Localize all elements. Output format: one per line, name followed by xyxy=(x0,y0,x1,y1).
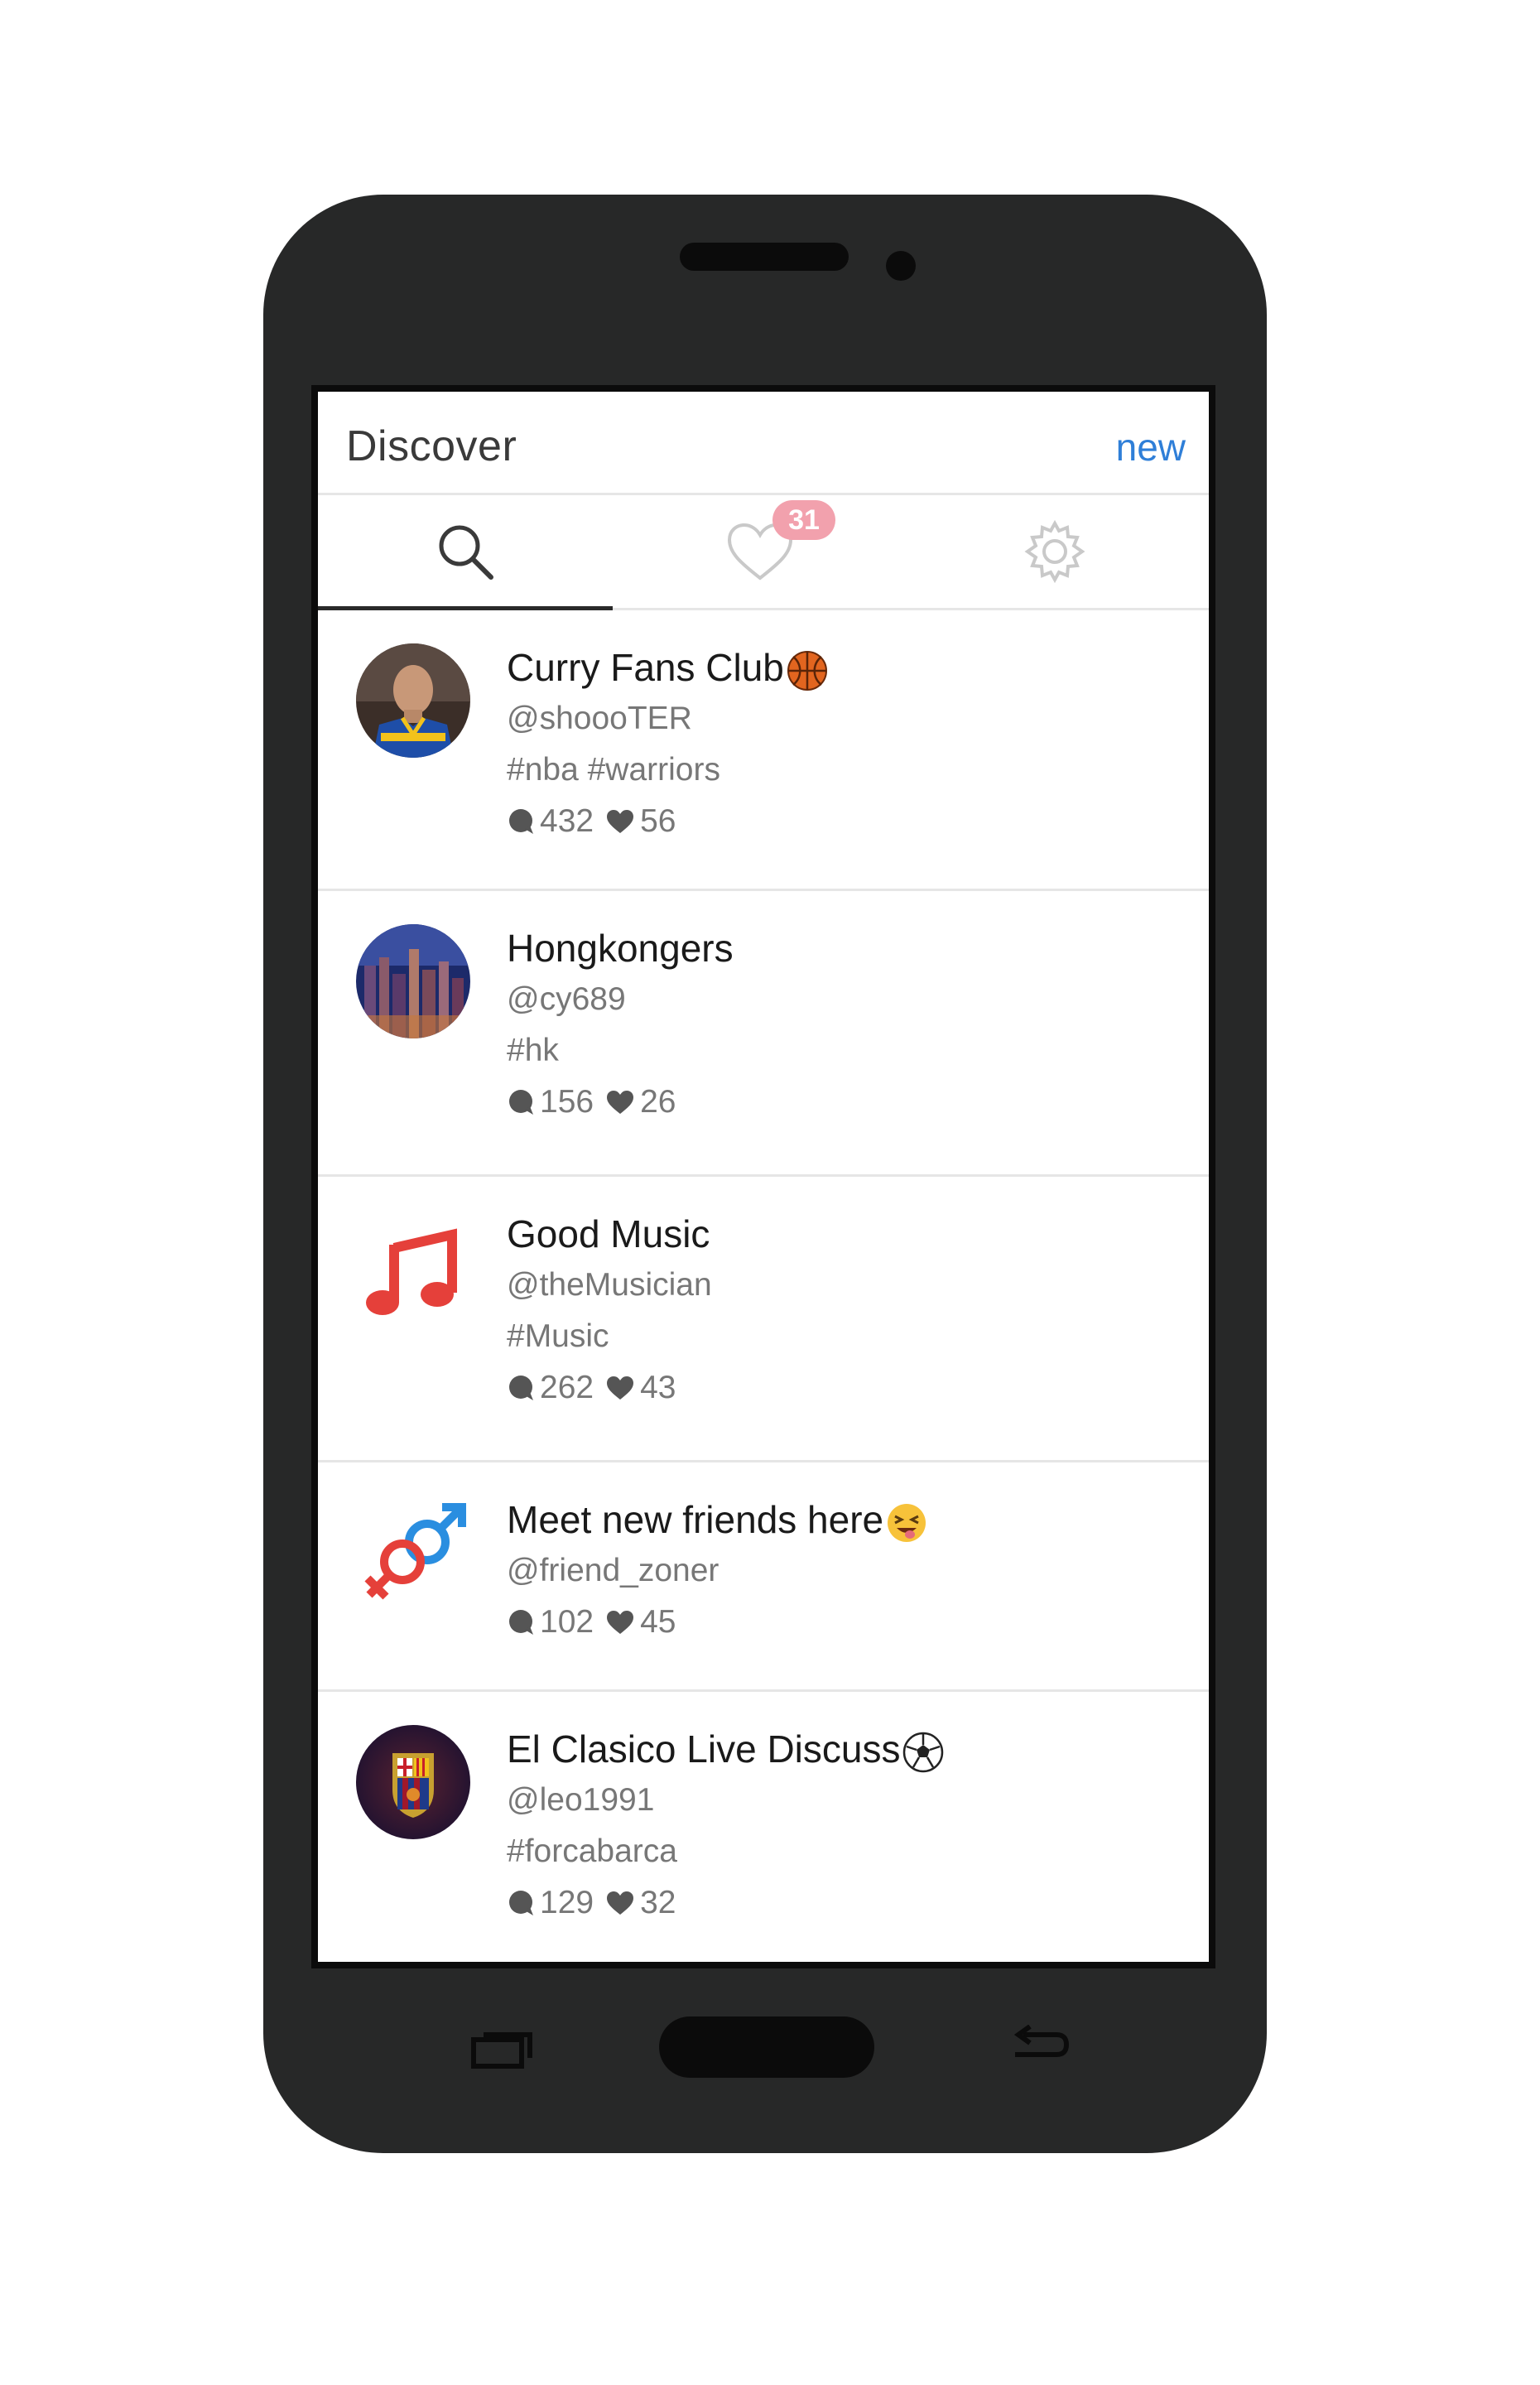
group-tags: #Music xyxy=(507,1318,609,1354)
list-item[interactable]: Curry Fans Club @shoooTER #nba #warriors… xyxy=(318,610,1209,891)
list-item-text: Hongkongers @cy689 #hk 156 26 xyxy=(507,923,734,1128)
like-count: 45 xyxy=(640,1604,676,1640)
like-count: 43 xyxy=(640,1370,676,1405)
recents-icon[interactable] xyxy=(470,2030,533,2069)
group-name: Curry Fans Club xyxy=(507,642,829,693)
list-item[interactable]: Good Music @theMusician #Music 262 43 xyxy=(318,1177,1209,1462)
comment-count: 129 xyxy=(540,1885,594,1920)
comment-icon xyxy=(509,1610,533,1635)
heart-icon xyxy=(607,1376,634,1400)
soccer-ball-icon xyxy=(903,1732,944,1773)
like-count: 56 xyxy=(640,803,676,839)
tab-settings[interactable] xyxy=(907,495,1202,608)
list-item[interactable]: El Clasico Live Discuss @leo1991 #forcab… xyxy=(318,1692,1209,1962)
comment-icon xyxy=(509,809,533,834)
tab-bar: 31 xyxy=(318,495,1209,610)
curry-avatar xyxy=(356,643,470,758)
group-name: Good Music xyxy=(507,1212,710,1255)
group-handle: @shoooTER xyxy=(507,701,692,736)
list-item-text: Meet new friends here @friend_zoner 102 … xyxy=(507,1494,928,1648)
group-name: El Clasico Live Discuss xyxy=(507,1723,945,1775)
tab-notifications[interactable]: 31 xyxy=(613,495,907,608)
group-handle: @theMusician xyxy=(507,1267,712,1303)
comment-icon xyxy=(509,1891,533,1915)
group-handle: @cy689 xyxy=(507,981,626,1017)
comment-icon xyxy=(509,1376,533,1400)
like-count: 32 xyxy=(640,1885,676,1920)
group-tags: #nba #warriors xyxy=(507,752,720,788)
notification-badge: 31 xyxy=(772,500,835,540)
list-item-text: Curry Fans Club @shoooTER #nba #warriors… xyxy=(507,642,829,847)
comment-count: 102 xyxy=(540,1604,594,1640)
search-icon xyxy=(439,525,493,580)
list-item[interactable]: Hongkongers @cy689 #hk 156 26 xyxy=(318,891,1209,1177)
hongkong-avatar xyxy=(356,924,470,1038)
group-tags: #forcabarca xyxy=(507,1833,677,1869)
group-stats: 102 45 xyxy=(507,1597,928,1648)
group-handle: @leo1991 xyxy=(507,1782,655,1818)
new-button[interactable]: new xyxy=(1116,425,1186,470)
list-item-text: Good Music @theMusician #Music 262 43 xyxy=(507,1208,712,1414)
group-stats: 262 43 xyxy=(507,1362,712,1414)
laughing-face-icon xyxy=(888,1503,926,1542)
music-note-icon xyxy=(356,1210,470,1324)
list-item[interactable]: Meet new friends here @friend_zoner 102 … xyxy=(318,1462,1209,1692)
list-item-text: El Clasico Live Discuss @leo1991 #forcab… xyxy=(507,1723,945,1929)
basketball-icon xyxy=(787,650,827,691)
comment-count: 262 xyxy=(540,1370,594,1405)
group-name: Hongkongers xyxy=(507,927,734,970)
heart-icon xyxy=(607,810,634,833)
group-name: Meet new friends here xyxy=(507,1494,928,1545)
android-nav-bar xyxy=(263,1968,1267,2153)
speaker-grille xyxy=(680,243,849,271)
heart-icon xyxy=(607,1091,634,1114)
group-tags: #hk xyxy=(507,1033,559,1068)
home-button[interactable] xyxy=(659,2016,874,2078)
fcb-crest-avatar xyxy=(356,1725,470,1839)
group-stats: 156 26 xyxy=(507,1077,734,1128)
comment-count: 432 xyxy=(540,803,594,839)
screen: Discover new 31 Curry Fans Club @shoooTE… xyxy=(311,385,1215,1968)
phone-frame: Discover new 31 Curry Fans Club @shoooTE… xyxy=(263,195,1267,2153)
comment-icon xyxy=(509,1090,533,1115)
app-header: Discover new xyxy=(318,392,1209,495)
comment-count: 156 xyxy=(540,1084,594,1120)
group-list: Curry Fans Club @shoooTER #nba #warriors… xyxy=(318,610,1209,1962)
heart-icon xyxy=(607,1891,634,1915)
like-count: 26 xyxy=(640,1084,676,1120)
tab-search[interactable] xyxy=(318,495,613,610)
gear-icon xyxy=(1024,519,1085,584)
page-title: Discover xyxy=(346,422,517,470)
front-camera xyxy=(886,251,916,281)
group-handle: @friend_zoner xyxy=(507,1553,719,1588)
group-stats: 432 56 xyxy=(507,796,829,847)
gender-symbols-icon xyxy=(356,1496,470,1610)
heart-icon xyxy=(607,1611,634,1634)
back-icon[interactable] xyxy=(1008,2025,1071,2069)
group-stats: 129 32 xyxy=(507,1877,945,1929)
